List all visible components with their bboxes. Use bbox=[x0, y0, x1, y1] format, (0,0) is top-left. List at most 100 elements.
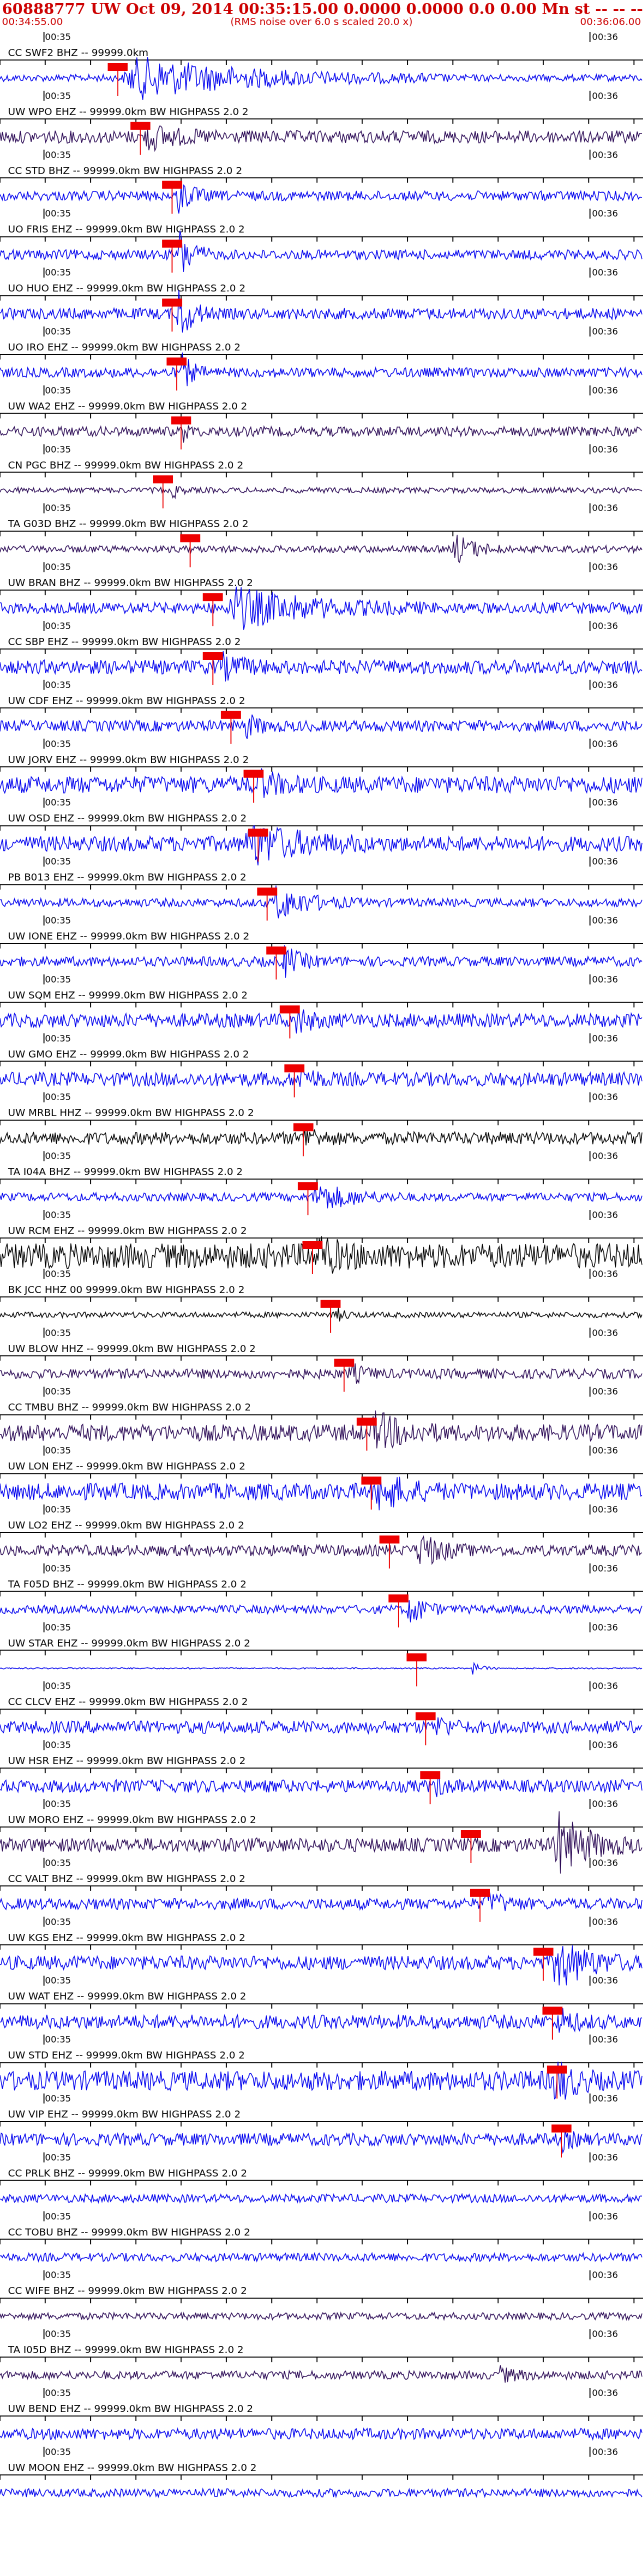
tick-label-right: 00:36 bbox=[592, 1093, 618, 1103]
trace-row: UW WPO EHZ -- 99999.0km BW HIGHPASS 2.0 … bbox=[0, 90, 643, 155]
trace-row: UW JORV EHZ -- 99999.0km BW HIGHPASS 2.0… bbox=[0, 738, 643, 803]
pick-flag bbox=[302, 1241, 323, 1249]
waveform bbox=[0, 1661, 643, 1675]
waveform bbox=[0, 2487, 643, 2499]
tick-label-right: 00:36 bbox=[592, 1623, 618, 1633]
trace-row: CC PRLK BHZ -- 99999.0km BW HIGHPASS 2.0… bbox=[0, 2152, 643, 2205]
pick-flag bbox=[243, 769, 264, 778]
trace-row: UW HSR EHZ -- 99999.0km BW HIGHPASS 2.0 … bbox=[0, 1740, 643, 1805]
trace-row: UW WA2 EHZ -- 99999.0km BW HIGHPASS 2.0 … bbox=[0, 385, 643, 450]
pick-flag bbox=[266, 946, 287, 955]
tick-label-left: 00:35 bbox=[45, 328, 71, 338]
trace-label: UW OSD EHZ -- 99999.0km BW HIGHPASS 2.0 … bbox=[8, 814, 247, 825]
tick-label-left: 00:35 bbox=[45, 1034, 71, 1044]
tick-label-left: 00:35 bbox=[45, 210, 71, 220]
trace-label: CC SBP EHZ -- 99999.0km BW HIGHPASS 2.0 … bbox=[8, 637, 241, 648]
traces-svg: CC SWF2 BHZ -- 99999.0km 00:35 00:36 UW WPO… bbox=[0, 32, 643, 2499]
tick-label-right: 00:36 bbox=[592, 386, 618, 396]
tick-label-left: 00:35 bbox=[45, 1329, 71, 1339]
tick-label-right: 00:36 bbox=[592, 1329, 618, 1339]
tick-label-right: 00:36 bbox=[592, 1034, 618, 1044]
tick-label-right: 00:36 bbox=[592, 1447, 618, 1457]
trace-label: UW JORV EHZ -- 99999.0km BW HIGHPASS 2.0… bbox=[8, 755, 249, 766]
pick-flag bbox=[130, 121, 151, 130]
trace-row: CC VALT BHZ -- 99999.0km BW HIGHPASS 2.0… bbox=[0, 1857, 643, 1922]
trace-label: UW IONE EHZ -- 99999.0km BW HIGHPASS 2.0… bbox=[8, 932, 249, 943]
waveform bbox=[0, 825, 643, 866]
tick-label-right: 00:36 bbox=[592, 2036, 618, 2046]
trace-row: UW STAR EHZ -- 99999.0km BW HIGHPASS 2.0… bbox=[0, 1622, 643, 1687]
trace-label: UW GMO EHZ -- 99999.0km BW HIGHPASS 2.0 … bbox=[8, 1049, 249, 1060]
tick-label-right: 00:36 bbox=[592, 269, 618, 279]
trace-label: CC STD BHZ -- 99999.0km BW HIGHPASS 2.0 … bbox=[8, 166, 242, 177]
tick-label-left: 00:35 bbox=[45, 1682, 71, 1692]
waveform bbox=[0, 586, 643, 630]
waveform bbox=[0, 425, 643, 443]
trace-label: UW VIP EHZ -- 99999.0km BW HIGHPASS 2.0 … bbox=[8, 2110, 241, 2121]
tick-label-left: 00:35 bbox=[45, 2153, 71, 2163]
tick-label-right: 00:36 bbox=[592, 2330, 618, 2340]
tick-label-left: 00:35 bbox=[45, 2212, 71, 2222]
waveform bbox=[0, 2061, 643, 2100]
waveform bbox=[0, 885, 643, 919]
tick-label-right: 00:36 bbox=[592, 1211, 618, 1221]
tick-label-right: 00:36 bbox=[592, 1859, 618, 1869]
event-title: 60888777 UW Oct 09, 2014 00:35:15.00 0.0… bbox=[2, 0, 643, 18]
pick-flag bbox=[162, 239, 183, 248]
waveform bbox=[0, 56, 643, 100]
tick-label-left: 00:35 bbox=[45, 740, 71, 750]
tick-label-right: 00:36 bbox=[592, 1270, 618, 1280]
tick-label-right: 00:36 bbox=[592, 1918, 618, 1928]
pick-flag bbox=[284, 1064, 305, 1073]
tick-label-right: 00:36 bbox=[592, 2448, 618, 2458]
pick-flag bbox=[107, 63, 128, 71]
waveform bbox=[0, 1128, 643, 1146]
tick-label-left: 00:35 bbox=[45, 1918, 71, 1928]
trace-row: CC CLCV EHZ -- 99999.0km BW HIGHPASS 2.0… bbox=[0, 1681, 643, 1746]
trace-label: UW LO2 EHZ -- 99999.0km BW HIGHPASS 2.0 … bbox=[8, 1521, 244, 1532]
tick-label-right: 00:36 bbox=[592, 1682, 618, 1692]
tick-label-left: 00:35 bbox=[45, 1506, 71, 1516]
trace-row: UW BRAN BHZ -- 99999.0km BW HIGHPASS 2.0… bbox=[0, 562, 643, 630]
trace-row: UW GMO EHZ -- 99999.0km BW HIGHPASS 2.0 … bbox=[0, 1033, 643, 1098]
trace-row: TA F05D BHZ -- 99999.0km BW HIGHPASS 2.0… bbox=[0, 1563, 643, 1628]
tick-label-left: 00:35 bbox=[45, 681, 71, 691]
tick-label-left: 00:35 bbox=[45, 563, 71, 573]
trace-label: UW MORO EHZ -- 99999.0km BW HIGHPASS 2.0… bbox=[8, 1815, 256, 1826]
pick-flag bbox=[406, 1653, 427, 1662]
tick-label-right: 00:36 bbox=[592, 33, 618, 43]
trace-row: UW RCM EHZ -- 99999.0km BW HIGHPASS 2.0 … bbox=[0, 1210, 643, 1274]
seismogram-plot: CC SWF2 BHZ -- 99999.0km 00:35 00:36 UW WPO… bbox=[0, 30, 643, 2558]
tick-label-right: 00:36 bbox=[592, 2389, 618, 2399]
tick-label-right: 00:36 bbox=[592, 681, 618, 691]
tick-label-right: 00:36 bbox=[592, 858, 618, 868]
waveform bbox=[0, 1186, 643, 1209]
trace-label: UW BEND EHZ -- 99999.0km BW HIGHPASS 2.0… bbox=[8, 2404, 253, 2415]
trace-label: UW MOON EHZ -- 99999.0km BW HIGHPASS 2.0… bbox=[8, 2463, 257, 2474]
pick-flag bbox=[220, 710, 241, 719]
tick-label-right: 00:36 bbox=[592, 799, 618, 809]
trace-row: UW STD EHZ -- 99999.0km BW HIGHPASS 2.0 … bbox=[0, 2034, 643, 2100]
trace-row: CC SBP EHZ -- 99999.0km BW HIGHPASS 2.0 … bbox=[0, 621, 643, 685]
tick-label-right: 00:36 bbox=[592, 1152, 618, 1162]
trace-row: UW SQM EHZ -- 99999.0km BW HIGHPASS 2.0 … bbox=[0, 974, 643, 1039]
tick-label-left: 00:35 bbox=[45, 1270, 71, 1280]
trace-label: CC WIFE BHZ -- 99999.0km BW HIGHPASS 2.0… bbox=[8, 2286, 247, 2297]
tick-label-right: 00:36 bbox=[592, 92, 618, 102]
trace-label: CC TOBU BHZ -- 99999.0km BW HIGHPASS 2.0… bbox=[8, 2227, 250, 2238]
trace-label: UO FRIS EHZ -- 99999.0km BW HIGHPASS 2.0… bbox=[8, 225, 245, 236]
waveform bbox=[0, 486, 643, 500]
waveform bbox=[0, 714, 643, 739]
pick-flag bbox=[171, 416, 192, 425]
trace-label: UW CDF EHZ -- 99999.0km BW HIGHPASS 2.0 … bbox=[8, 696, 245, 707]
trace-row: TA I04A BHZ -- 99999.0km BW HIGHPASS 2.0… bbox=[0, 1151, 643, 1216]
trace-label: UW MRBL HHZ -- 99999.0km BW HIGHPASS 2.0… bbox=[8, 1108, 254, 1119]
pick-flag bbox=[248, 828, 269, 837]
trace-label: CC CLCV EHZ -- 99999.0km BW HIGHPASS 2.0… bbox=[8, 1697, 248, 1708]
trace-label: CC PRLK BHZ -- 99999.0km BW HIGHPASS 2.0… bbox=[8, 2168, 247, 2179]
tick-label-right: 00:36 bbox=[592, 1564, 618, 1574]
trace-row: CC SWF2 BHZ -- 99999.0km 00:35 00:36 bbox=[0, 32, 643, 100]
trace-label: TA I05D BHZ -- 99999.0km BW HIGHPASS 2.0… bbox=[7, 2345, 244, 2356]
waveform bbox=[0, 2192, 643, 2205]
pick-flag bbox=[153, 475, 174, 484]
